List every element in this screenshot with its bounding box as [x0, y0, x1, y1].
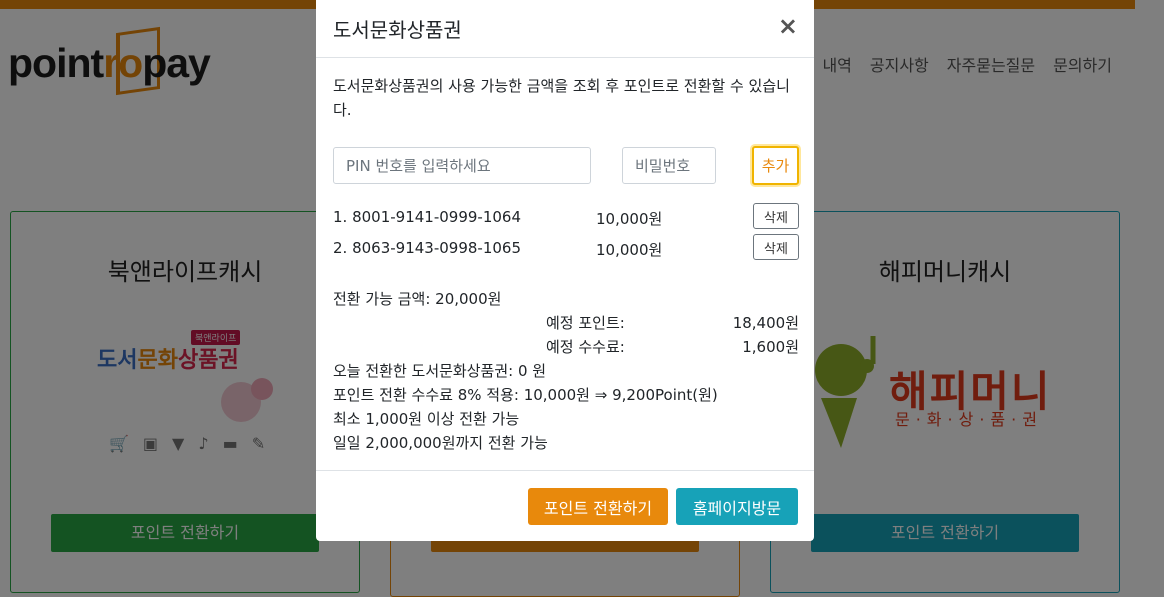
pin-number: 1. 8001-9141-0999-1064	[333, 208, 522, 226]
pin-number: 2. 8063-9143-0998-1065	[333, 239, 522, 257]
expected-points-value: 18,400원	[732, 314, 799, 332]
daily-limit-note: 일일 2,000,000원까지 전환 가능	[333, 434, 548, 452]
convertible-amount: 전환 가능 금액: 20,000원	[333, 290, 502, 308]
password-input[interactable]	[622, 147, 716, 184]
expected-points-label: 예정 포인트:	[546, 314, 625, 332]
expected-fee-value: 1,600원	[742, 338, 799, 356]
pin-input[interactable]	[333, 147, 591, 184]
modal-body: 도서문화상품권의 사용 가능한 금액을 조회 후 포인트로 전환할 수 있습니다…	[333, 74, 799, 452]
convert-points-button[interactable]: 포인트 전환하기	[528, 488, 668, 525]
delete-button[interactable]: 삭제	[753, 203, 799, 229]
visit-homepage-button[interactable]: 홈페이지방문	[676, 488, 798, 525]
pin-amount: 10,000원	[596, 241, 663, 259]
pin-list: 1. 8001-9141-0999-1064 10,000원 삭제 2. 806…	[333, 202, 799, 264]
modal-description: 도서문화상품권의 사용 가능한 금액을 조회 후 포인트로 전환할 수 있습니다…	[333, 77, 790, 119]
pin-form: 추가	[333, 146, 799, 186]
modal-footer: 포인트 전환하기 홈페이지방문	[316, 470, 814, 541]
voucher-modal: 도서문화상품권 × 도서문화상품권의 사용 가능한 금액을 조회 후 포인트로 …	[316, 0, 814, 541]
fee-note: 포인트 전환 수수료 8% 적용: 10,000원 ⇒ 9,200Point(원…	[333, 386, 718, 404]
list-item: 1. 8001-9141-0999-1064 10,000원 삭제	[333, 202, 799, 233]
delete-button[interactable]: 삭제	[753, 234, 799, 260]
modal-title: 도서문화상품권	[333, 18, 462, 42]
list-item: 2. 8063-9143-0998-1065 10,000원 삭제	[333, 233, 799, 264]
minimum-note: 최소 1,000원 이상 전환 가능	[333, 410, 520, 428]
expected-fee-label: 예정 수수료:	[546, 338, 625, 356]
modal-header: 도서문화상품권 ×	[316, 0, 814, 58]
today-converted: 오늘 전환한 도서문화상품권: 0 원	[333, 362, 547, 380]
close-icon[interactable]: ×	[778, 12, 798, 40]
add-button[interactable]: 추가	[752, 146, 799, 185]
pin-amount: 10,000원	[596, 210, 663, 228]
